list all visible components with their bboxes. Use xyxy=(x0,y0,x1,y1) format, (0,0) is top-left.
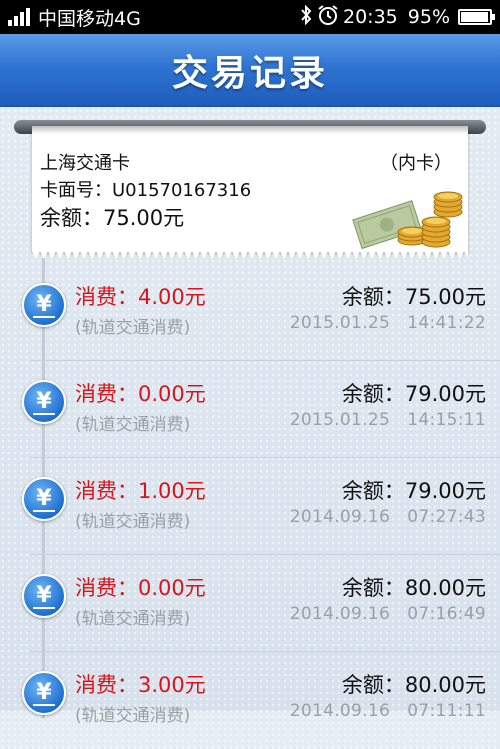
yen-icon: ¥ xyxy=(22,380,66,424)
transaction-time: 14:41:22 xyxy=(407,313,486,333)
battery-percent: 95% xyxy=(407,6,450,28)
status-bar: 中国移动4G 20:35 95% xyxy=(0,0,500,34)
transaction-time: 07:11:11 xyxy=(407,701,486,721)
expense-amount: 消费：0.00元 xyxy=(75,576,206,600)
list-item[interactable]: ¥ 消费：0.00元 (轨道交通消费) 余额：79.00元 2015.01.25… xyxy=(0,361,500,458)
card-type: （内卡） xyxy=(380,153,452,174)
transaction-date: 2014.09.16 xyxy=(289,507,391,527)
transaction-type: (轨道交通消费) xyxy=(75,609,191,629)
expense-amount: 消费：3.00元 xyxy=(75,673,206,697)
list-item[interactable]: ¥ 消费：0.00元 (轨道交通消费) 余额：80.00元 2014.09.16… xyxy=(0,555,500,652)
card-info-panel: 上海交通卡 （内卡） 卡面号：U01570167316 余额：75.00元 xyxy=(32,126,468,252)
card-balance: 余额：75.00元 xyxy=(40,206,185,230)
transaction-date: 2014.09.16 xyxy=(289,604,391,624)
transaction-type: (轨道交通消费) xyxy=(75,706,191,726)
yen-icon: ¥ xyxy=(22,283,66,327)
card-number: 卡面号：U01570167316 xyxy=(40,180,252,201)
expense-amount: 消费：4.00元 xyxy=(75,285,206,309)
transaction-time: 07:27:43 xyxy=(407,507,486,527)
transaction-datetime: 2015.01.25 14:15:11 xyxy=(290,410,486,430)
expense-amount: 消费：1.00元 xyxy=(75,479,206,503)
yen-icon: ¥ xyxy=(22,477,66,521)
battery-icon xyxy=(458,9,495,25)
yen-icon: ¥ xyxy=(22,671,66,715)
title-bar: 交易记录 xyxy=(0,34,500,107)
transaction-type: (轨道交通消费) xyxy=(75,512,191,532)
expense-amount: 消费：0.00元 xyxy=(75,382,206,406)
transaction-datetime: 2014.09.16 07:27:43 xyxy=(290,507,486,527)
clock-time: 20:35 xyxy=(343,6,398,28)
signal-icon xyxy=(8,8,30,26)
transaction-date: 2015.01.25 xyxy=(289,410,391,430)
transaction-time: 07:16:49 xyxy=(407,604,486,624)
balance-after: 余额：80.00元 xyxy=(341,673,486,697)
transaction-type: (轨道交通消费) xyxy=(75,415,191,435)
transaction-time: 14:15:11 xyxy=(407,410,486,430)
balance-after: 余额：75.00元 xyxy=(341,285,486,309)
card-name: 上海交通卡 xyxy=(40,153,130,174)
carrier-label: 中国移动4G xyxy=(38,7,141,30)
transaction-date: 2014.09.16 xyxy=(289,701,391,721)
slot-shadow xyxy=(32,126,468,134)
balance-after: 余额：80.00元 xyxy=(341,576,486,600)
list-item[interactable]: ¥ 消费：3.00元 (轨道交通消费) 余额：80.00元 2014.09.16… xyxy=(0,652,500,749)
transaction-date: 2015.01.25 xyxy=(289,313,391,333)
list-item[interactable]: ¥ 消费：1.00元 (轨道交通消费) 余额：79.00元 2014.09.16… xyxy=(0,458,500,555)
money-icon xyxy=(352,191,463,250)
transaction-datetime: 2014.09.16 07:11:11 xyxy=(290,701,486,721)
alarm-icon xyxy=(317,4,339,31)
list-item[interactable]: ¥ 消费：4.00元 (轨道交通消费) 余额：75.00元 2015.01.25… xyxy=(0,264,500,361)
yen-icon: ¥ xyxy=(22,574,66,618)
balance-after: 余额：79.00元 xyxy=(341,479,486,503)
transaction-list: ¥ 消费：4.00元 (轨道交通消费) 余额：75.00元 2015.01.25… xyxy=(0,258,500,726)
transaction-type: (轨道交通消费) xyxy=(75,318,191,338)
page-title: 交易记录 xyxy=(171,53,328,94)
balance-after: 余额：79.00元 xyxy=(341,382,486,406)
bluetooth-icon xyxy=(299,4,313,30)
transaction-datetime: 2015.01.25 14:41:22 xyxy=(290,313,486,333)
receipt-edge xyxy=(32,251,468,259)
transaction-datetime: 2014.09.16 07:16:49 xyxy=(290,604,486,624)
